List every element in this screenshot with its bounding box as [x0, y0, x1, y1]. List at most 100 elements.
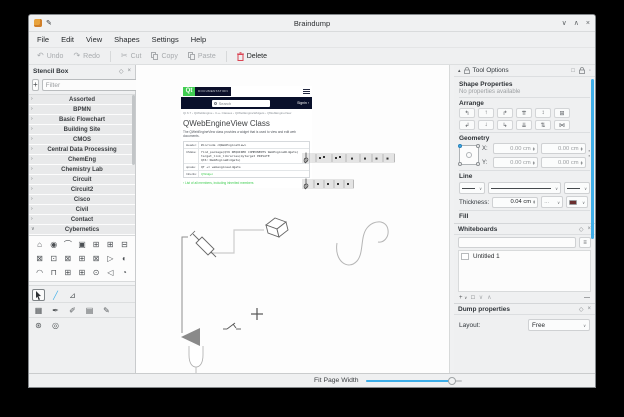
tool-options-scrollbar[interactable] — [591, 79, 594, 239]
line-style-select[interactable]: ∨ — [488, 182, 561, 194]
detach-dock-icon[interactable]: □ — [571, 68, 575, 74]
stencil-shape-thumbnail[interactable]: ◁ — [104, 266, 117, 279]
s-curve-shape[interactable] — [337, 222, 389, 265]
menu-item[interactable]: Edit — [61, 35, 74, 44]
zoom-slider[interactable] — [366, 377, 462, 385]
stencil-shape-thumbnail[interactable]: ◐ — [118, 252, 131, 265]
whiteboard-item[interactable]: Untitled 1 — [461, 253, 588, 260]
lock-dock-icon[interactable] — [579, 67, 585, 74]
stencil-shape-thumbnail[interactable]: ⊓ — [47, 266, 60, 279]
collapse-icon[interactable]: ▴ — [458, 68, 461, 74]
stencil-shape-thumbnail[interactable]: ⊞ — [75, 266, 88, 279]
arrange-button[interactable]: ↑ — [478, 108, 494, 118]
calligraphy-tool-button[interactable]: ✒ — [49, 304, 62, 316]
add-stencil-button[interactable]: + — [32, 79, 39, 91]
polyline-shape[interactable] — [182, 237, 188, 333]
pencil-tool-button[interactable]: ╱ — [49, 289, 62, 301]
zoom-slider-handle[interactable] — [448, 377, 456, 385]
canvas-drawing-layer[interactable] — [136, 65, 448, 373]
resistor-shape[interactable] — [190, 231, 216, 257]
stencil-shape-thumbnail[interactable]: ◠ — [33, 266, 46, 279]
stamp-tool-button[interactable]: ▤ — [83, 304, 96, 316]
pen-tool-button[interactable]: ✎ — [100, 304, 113, 316]
close-button[interactable]: × — [586, 20, 590, 27]
eraser-tool-button[interactable]: ✐ — [66, 304, 79, 316]
remove-whiteboard-button[interactable]: — — [584, 295, 590, 301]
delete-button[interactable]: Delete — [237, 52, 267, 61]
stencil-category[interactable]: › ChemEng — [29, 155, 135, 164]
stencil-shape-thumbnail[interactable]: ⊞ — [61, 266, 74, 279]
pattern-tool-button[interactable]: ▦ — [32, 304, 45, 316]
stencil-shape-thumbnail[interactable]: ⊠ — [33, 252, 46, 265]
stencil-shape-thumbnail[interactable]: ▣ — [75, 238, 88, 251]
y-position-field[interactable]: 0.00 cm ▴▾ — [493, 157, 538, 168]
line-start-marker-select[interactable]: ∨ — [459, 182, 485, 194]
stencil-category[interactable]: › Assorted — [29, 95, 135, 104]
switch-shape[interactable] — [223, 323, 241, 329]
arrange-button[interactable]: ↱ — [497, 108, 513, 118]
stencil-category[interactable]: › Civil — [29, 205, 135, 214]
line-color-select[interactable]: ∨ — [566, 196, 588, 208]
duplicate-whiteboard-icon[interactable]: □ — [471, 295, 475, 301]
stencil-hscrollbar[interactable] — [29, 281, 135, 286]
stencil-category[interactable]: ∨ Cybernetics — [29, 225, 135, 234]
arrange-button[interactable]: ↰ — [459, 108, 475, 118]
width-field[interactable]: 0.00 cm ▴▾ — [541, 143, 586, 154]
stencil-category[interactable]: › Central Data Processing — [29, 145, 135, 154]
close-dock-icon[interactable]: × — [127, 68, 131, 75]
stencil-shape-thumbnail[interactable]: ⊞ — [75, 252, 88, 265]
zoom-tool-button[interactable]: ◎ — [49, 320, 62, 332]
arrange-button[interactable]: ↳ — [497, 120, 513, 130]
stencil-category[interactable]: › Basic Flowchart — [29, 115, 135, 124]
stencil-category[interactable]: › Circuit — [29, 175, 135, 184]
tube-shape[interactable] — [189, 346, 203, 367]
stencil-category[interactable]: › Chemistry Lab — [29, 165, 135, 174]
arrowhead-shape[interactable] — [181, 328, 200, 346]
whiteboard-menu-button[interactable]: ≡ — [579, 237, 591, 248]
arrange-button[interactable]: ⊞ — [554, 108, 570, 118]
cut-button[interactable]: ✂ Cut — [121, 52, 142, 60]
arrange-button[interactable]: ⇈ — [516, 108, 532, 118]
whiteboard-name-input[interactable] — [458, 237, 576, 248]
arrange-button[interactable]: ⇊ — [516, 120, 532, 130]
arrange-button[interactable]: ↲ — [459, 120, 475, 130]
stencil-category[interactable]: › Cisco — [29, 195, 135, 204]
stencil-category[interactable]: › CMOS — [29, 135, 135, 144]
keep-aspect-icon[interactable]: ▪▪ — [589, 149, 590, 158]
float-dock-icon[interactable]: ◇ — [579, 226, 584, 233]
stencil-shape-thumbnail[interactable]: ⊡ — [47, 252, 60, 265]
cuboid-shape[interactable] — [266, 218, 288, 237]
undo-button[interactable]: ↶ Undo — [37, 52, 63, 60]
stencil-list-scrollbar[interactable] — [132, 95, 135, 165]
maximize-button[interactable]: ∧ — [574, 20, 579, 27]
whiteboard-canvas[interactable]: Qt DOCUMENTATION Search Signin › Qt 6.7 … — [136, 65, 449, 373]
cross-shape[interactable] — [251, 308, 263, 320]
close-dock-icon[interactable]: × — [587, 306, 591, 313]
menu-item[interactable]: File — [37, 35, 49, 44]
pin-dock-icon[interactable]: ◦ — [589, 68, 591, 74]
line-end-marker-select[interactable]: ∨ — [564, 182, 590, 194]
stencil-shape-thumbnail[interactable]: ⊠ — [61, 252, 74, 265]
arrange-button[interactable]: ⋈ — [554, 120, 570, 130]
stencil-shape-thumbnail[interactable]: ◔ — [118, 266, 131, 279]
add-whiteboard-button[interactable]: + ∨ — [459, 295, 467, 301]
stencil-category[interactable]: › Contact — [29, 215, 135, 224]
arrange-button[interactable]: ↕ — [535, 108, 551, 118]
stencil-shape-thumbnail[interactable]: ⌒ — [61, 238, 74, 251]
stencil-filter-input[interactable] — [42, 79, 138, 91]
line-cap-select[interactable]: … ∨ — [541, 196, 563, 208]
stencil-shape-thumbnail[interactable]: ⊟ — [118, 238, 131, 251]
paste-button[interactable]: Paste — [188, 52, 216, 60]
stencil-shape-thumbnail[interactable]: ⊞ — [104, 238, 117, 251]
stencil-category[interactable]: › Circuit2 — [29, 185, 135, 194]
connector-tool-button[interactable]: ⊿ — [66, 289, 79, 301]
stencil-shape-thumbnail[interactable]: ⊞ — [90, 238, 103, 251]
float-dock-icon[interactable]: ◇ — [119, 68, 124, 75]
stencil-shape-thumbnail[interactable]: ⊙ — [90, 266, 103, 279]
menu-item[interactable]: Shapes — [114, 35, 139, 44]
pan-tool-button[interactable]: ⊛ — [32, 320, 45, 332]
minimize-button[interactable]: ∨ — [562, 20, 567, 27]
move-up-button[interactable]: ∧ — [487, 294, 491, 301]
stencil-shape-thumbnail[interactable]: ◉ — [47, 238, 60, 251]
position-anchor-widget[interactable] — [459, 145, 479, 165]
